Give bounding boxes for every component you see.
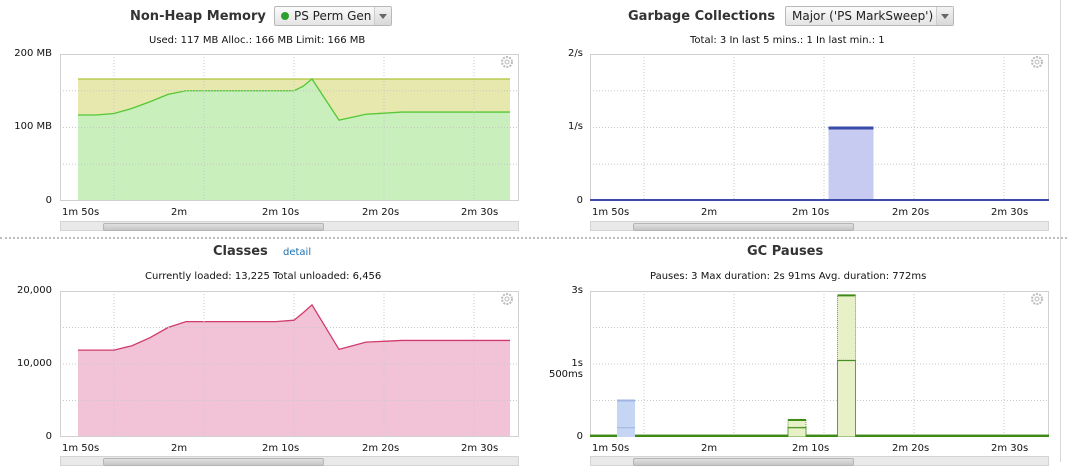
x-tick: 2m 10s — [262, 207, 300, 218]
y-tick: 200 MB — [14, 48, 52, 59]
settings-gear-icon[interactable] — [501, 293, 513, 305]
memory-pool-select-value: PS Perm Gen — [294, 9, 372, 23]
pause-bar-segment — [837, 359, 856, 437]
classes-scrollbar[interactable] — [60, 456, 519, 466]
x-tick: 2m 30s — [461, 207, 499, 218]
gc-bar — [828, 127, 874, 201]
scrollbar-thumb[interactable] — [103, 458, 324, 466]
gc-type-select-value: Major ('PS MarkSweep') — [792, 9, 934, 23]
x-tick: 2m 20s — [892, 443, 930, 454]
pauses-stats: Pauses: 3 Max duration: 2s 91ms Avg. dur… — [650, 271, 927, 282]
right-edge — [1060, 0, 1061, 462]
scrollbar-thumb[interactable] — [103, 223, 324, 231]
x-tick: 1m 50s — [62, 207, 100, 218]
x-tick: 2m 20s — [892, 207, 930, 218]
scrollbar-thumb[interactable] — [633, 223, 854, 231]
pause-baseline — [590, 434, 1049, 437]
pause-bar-segment — [837, 294, 856, 361]
y-tick: 1/s — [568, 121, 583, 132]
y-tick: 100 MB — [14, 121, 52, 132]
y-tick: 20,000 — [17, 285, 52, 296]
pauses-title: GC Pauses — [747, 244, 824, 259]
x-tick: 2m — [701, 207, 718, 218]
classes-chart — [60, 291, 519, 437]
x-tick: 2m 30s — [991, 443, 1029, 454]
pause-bar-segment — [617, 400, 635, 428]
y-tick: 0 — [45, 195, 52, 206]
pause-bar-cap — [788, 418, 806, 421]
memory-pool-select[interactable]: PS Perm Gen — [274, 6, 392, 26]
pause-bar-segment — [617, 427, 635, 437]
x-tick: 2m 30s — [461, 443, 499, 454]
settings-gear-icon[interactable] — [1031, 293, 1043, 305]
y-tick: 3s — [571, 285, 583, 296]
settings-gear-icon[interactable] — [501, 56, 513, 68]
classes-detail-link[interactable]: detail — [283, 247, 311, 258]
y-tick: 1s 500ms — [548, 358, 583, 380]
x-tick: 2m 20s — [362, 443, 400, 454]
nonheap-stats: Used: 117 MB Alloc.: 166 MB Limit: 166 M… — [149, 35, 366, 46]
gc-title: Garbage Collections — [628, 9, 776, 24]
row-separator — [0, 237, 1067, 239]
x-tick: 1m 50s — [592, 443, 630, 454]
gc-stats: Total: 3 In last 5 mins.: 1 In last min.… — [690, 35, 885, 46]
pause-bar-segment — [787, 426, 807, 437]
y-tick: 2/s — [568, 48, 583, 59]
x-tick: 1m 50s — [592, 207, 630, 218]
gc-bar-top — [828, 126, 874, 130]
pauses-chart — [590, 291, 1049, 437]
x-tick: 2m — [171, 207, 188, 218]
classes-title: Classes — [213, 244, 268, 259]
nonheap-title: Non-Heap Memory — [130, 9, 266, 24]
pause-bar-cap — [837, 294, 856, 297]
x-tick: 2m 10s — [792, 207, 830, 218]
x-tick: 2m 20s — [362, 207, 400, 218]
chevron-down-icon[interactable] — [374, 7, 391, 25]
pause-bar-cap — [617, 399, 635, 402]
settings-gear-icon[interactable] — [1031, 56, 1043, 68]
gc-type-select[interactable]: Major ('PS MarkSweep') — [785, 6, 954, 26]
y-tick: 0 — [45, 431, 52, 442]
pool-color-icon — [281, 12, 289, 20]
pauses-scrollbar[interactable] — [590, 456, 1049, 466]
x-tick: 2m 30s — [991, 207, 1029, 218]
x-tick: 2m 10s — [792, 443, 830, 454]
gc-chart — [590, 54, 1049, 201]
nonheap-chart — [60, 54, 519, 201]
y-tick: 0 — [576, 431, 583, 442]
classes-stats: Currently loaded: 13,225 Total unloaded:… — [145, 271, 382, 282]
x-tick: 1m 50s — [62, 443, 100, 454]
pause-bar-segment — [787, 419, 807, 428]
y-tick: 0 — [576, 195, 583, 206]
x-tick: 2m 10s — [262, 443, 300, 454]
nonheap-scrollbar[interactable] — [60, 221, 519, 231]
scrollbar-thumb[interactable] — [633, 458, 854, 466]
x-tick: 2m — [701, 443, 718, 454]
chevron-down-icon[interactable] — [936, 7, 953, 25]
x-tick: 2m — [171, 443, 188, 454]
y-tick: 10,000 — [17, 358, 52, 369]
gc-scrollbar[interactable] — [590, 221, 1049, 231]
